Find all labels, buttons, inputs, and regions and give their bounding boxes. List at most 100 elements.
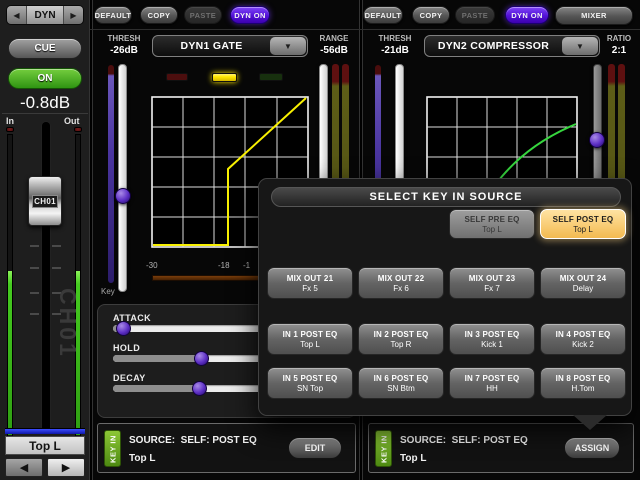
fader-track[interactable] <box>42 122 50 432</box>
keyin-source-option[interactable]: IN 5 POST EQSN Top <box>267 367 353 399</box>
cue-button[interactable]: CUE <box>8 38 82 59</box>
keyin-source-option-selected[interactable]: SELF POST EQTop L <box>540 209 626 239</box>
dyn2-thresh-value: -21dB <box>370 45 420 56</box>
out-clip-led <box>74 127 82 132</box>
prev-channel-button[interactable]: ◀ <box>5 458 43 477</box>
dyn2-type-dropdown[interactable]: DYN2 COMPRESSOR ▼ <box>424 35 600 57</box>
in-clip-led <box>6 127 14 132</box>
channel-name-label: Top L <box>5 436 85 455</box>
decay-slider-knob[interactable] <box>192 381 207 396</box>
keyin-source-option[interactable]: IN 6 POST EQSN Btm <box>358 367 444 399</box>
dyn1-thresh-slider[interactable] <box>118 64 127 292</box>
dyn1-thresh-value: -26dB <box>100 45 148 56</box>
axis-tick: -30 <box>146 261 158 270</box>
fader-level-readout: -0.8dB <box>0 93 90 113</box>
axis-tick: -18 <box>218 261 230 270</box>
fader-tick <box>30 267 39 269</box>
key-in-tag: KEY IN <box>104 430 121 467</box>
divider <box>2 113 88 114</box>
dyn1-type-value: DYN1 GATE <box>153 40 270 52</box>
dyn2-keyin-box: KEY IN SOURCE: SELF: POST EQ Top L ASSIG… <box>368 423 634 473</box>
fader-tick <box>30 313 39 315</box>
keyin-source-option[interactable]: IN 8 POST EQH.Tom <box>540 367 626 399</box>
dyn1-copy-button[interactable]: COPY <box>140 6 178 24</box>
keyin-source-option[interactable]: IN 1 POST EQTop L <box>267 323 353 355</box>
keyin-source-option[interactable]: IN 7 POST EQHH <box>449 367 535 399</box>
dyn1-range-label: RANGE <box>312 34 356 43</box>
right-arrow-icon: ▶ <box>70 11 76 20</box>
prev-page-button[interactable]: ◀ <box>7 6 26 24</box>
axis-tick: -1 <box>243 261 250 270</box>
keyin-source-option[interactable]: MIX OUT 24Delay <box>540 267 626 299</box>
hold-label: HOLD <box>113 343 140 353</box>
next-page-button[interactable]: ▶ <box>64 6 83 24</box>
dyn2-ratio-label: RATIO <box>600 34 638 43</box>
dyn1-on-button[interactable]: DYN ON <box>230 6 270 24</box>
chevron-down-icon: ▼ <box>562 37 598 55</box>
dyn2-keyin-source: SOURCE: SELF: POST EQ <box>400 435 528 446</box>
next-channel-button[interactable]: ▶ <box>47 458 85 477</box>
page-label: DYN <box>26 6 64 24</box>
fader-cap-label: CH01 <box>32 195 58 208</box>
mixer-button[interactable]: MIXER <box>555 6 633 25</box>
fader-tick <box>52 245 61 247</box>
dyn1-keyin-source: SOURCE: SELF: POST EQ <box>129 435 257 446</box>
dyn2-on-button[interactable]: DYN ON <box>505 6 549 24</box>
divider <box>90 0 92 480</box>
decay-label: DECAY <box>113 373 146 383</box>
dyn2-keyin-name: Top L <box>400 453 426 464</box>
keyin-source-option[interactable]: IN 2 POST EQTop R <box>358 323 444 355</box>
keyin-source-option[interactable]: IN 4 POST EQKick 2 <box>540 323 626 355</box>
fader-tick <box>30 245 39 247</box>
in-level-meter <box>7 134 13 437</box>
dyn-page-selector: ◀ DYN ▶ <box>6 5 84 25</box>
fader-tick <box>52 267 61 269</box>
gate-hold-led <box>212 73 237 82</box>
channel-color-bar <box>5 428 85 434</box>
attack-slider-knob[interactable] <box>116 321 131 336</box>
channel-strip-sidebar: ◀ DYN ▶ CUE ON -0.8dB In Out CH01 CH01 T… <box>0 0 90 480</box>
dyn1-default-button[interactable]: DEFAULT <box>94 6 132 24</box>
left-arrow-icon: ◀ <box>20 461 28 474</box>
out-level-meter <box>75 134 81 437</box>
dyn2-keyin-assign-button[interactable]: ASSIGN <box>564 437 620 459</box>
dynamics-screen: ◀ DYN ▶ CUE ON -0.8dB In Out CH01 CH01 T… <box>0 0 640 480</box>
out-meter-label: Out <box>64 116 80 126</box>
dyn1-range-value: -56dB <box>312 45 356 56</box>
keyin-source-option[interactable]: MIX OUT 22Fx 6 <box>358 267 444 299</box>
dyn1-key-caption: Key <box>101 287 115 296</box>
fader-tick <box>30 292 39 294</box>
keyin-source-option[interactable]: MIX OUT 21Fx 5 <box>267 267 353 299</box>
right-arrow-icon: ▶ <box>62 461 70 474</box>
channel-on-button[interactable]: ON <box>8 68 82 89</box>
popup-pointer <box>573 415 607 430</box>
gate-closed-led <box>166 73 188 81</box>
dyn2-ratio-value: 2:1 <box>600 45 638 56</box>
dyn1-paste-button: PASTE <box>184 6 222 24</box>
gate-open-led <box>259 73 283 81</box>
keyin-source-option[interactable]: SELF PRE EQTop L <box>449 209 535 239</box>
dyn1-keyin-edit-button[interactable]: EDIT <box>288 437 342 459</box>
hold-slider-knob[interactable] <box>194 351 209 366</box>
fader-handle[interactable]: CH01 <box>28 176 62 226</box>
chevron-down-icon: ▼ <box>270 37 306 55</box>
dyn1-key-level-meter <box>108 65 114 283</box>
dyn2-type-value: DYN2 COMPRESSOR <box>425 40 562 52</box>
dyn2-paste-button: PASTE <box>455 6 495 24</box>
keyin-source-option[interactable]: IN 3 POST EQKick 1 <box>449 323 535 355</box>
keyin-source-option[interactable]: MIX OUT 23Fx 7 <box>449 267 535 299</box>
dyn2-thresh-label: THRESH <box>370 34 420 43</box>
key-in-tag: KEY IN <box>375 430 392 467</box>
dyn2-ratio-slider-knob[interactable] <box>589 132 605 148</box>
left-arrow-icon: ◀ <box>13 11 19 20</box>
dyn1-type-dropdown[interactable]: DYN1 GATE ▼ <box>152 35 308 57</box>
dyn1-keyin-name: Top L <box>129 453 155 464</box>
divider <box>90 29 640 30</box>
dyn1-keyin-box: KEY IN SOURCE: SELF: POST EQ Top L EDIT <box>97 423 356 473</box>
select-key-in-source-dialog: SELECT KEY IN SOURCE SELF PRE EQTop L SE… <box>258 178 632 416</box>
dyn1-thresh-label: THRESH <box>100 34 148 43</box>
dyn2-copy-button[interactable]: COPY <box>412 6 450 24</box>
dyn1-thresh-slider-knob[interactable] <box>115 188 131 204</box>
dyn2-default-button[interactable]: DEFAULT <box>363 6 403 24</box>
in-meter-label: In <box>6 116 14 126</box>
